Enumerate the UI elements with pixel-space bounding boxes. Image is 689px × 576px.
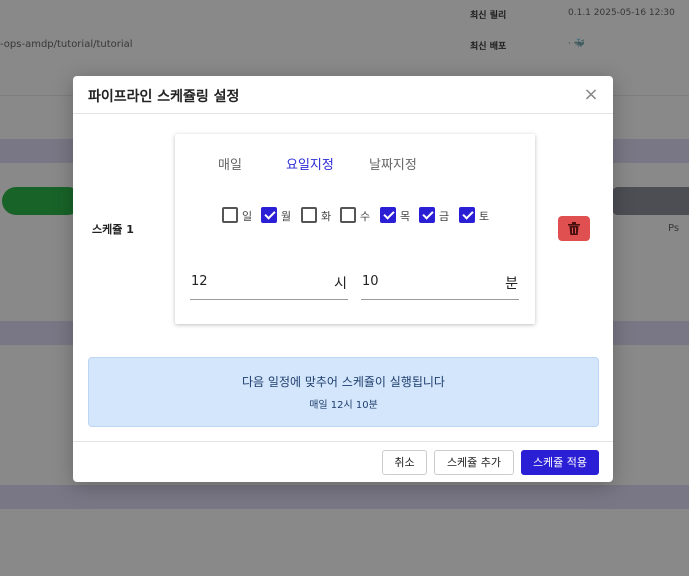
day-label: 월 xyxy=(281,210,292,223)
modal-footer: 취소 스케쥴 추가 스케쥴 적용 xyxy=(73,441,613,482)
tab-weekday[interactable]: 요일지정 xyxy=(286,154,334,173)
close-icon[interactable]: × xyxy=(581,85,601,105)
delete-schedule-button[interactable] xyxy=(558,216,590,241)
day-label: 목 xyxy=(400,210,411,223)
day-label: 금 xyxy=(439,210,450,223)
hour-value[interactable]: 12 xyxy=(191,274,208,289)
schedule-modal: 파이프라인 스케쥴링 설정 × 스케쥴 1 매일 요일지정 날짜지정 일 월 화… xyxy=(73,76,613,482)
day-label: 화 xyxy=(321,210,332,223)
trash-icon xyxy=(568,222,580,235)
summary-heading: 다음 일정에 맞추어 스케쥴이 실행됩니다 xyxy=(242,375,445,389)
add-schedule-button[interactable]: 스케쥴 추가 xyxy=(434,450,514,475)
minute-value[interactable]: 10 xyxy=(362,274,379,289)
minute-unit: 분 xyxy=(505,276,518,292)
day-label: 일 xyxy=(242,210,253,223)
modal-title: 파이프라인 스케쥴링 설정 xyxy=(88,89,240,105)
apply-schedule-button[interactable]: 스케쥴 적용 xyxy=(521,450,599,475)
hour-unit: 시 xyxy=(334,276,347,292)
schedule-label: 스케쥴 1 xyxy=(92,223,134,236)
tab-daily[interactable]: 매일 xyxy=(218,154,242,173)
checkbox[interactable] xyxy=(222,207,238,223)
checkbox[interactable] xyxy=(340,207,356,223)
checkbox[interactable] xyxy=(261,207,277,223)
checkbox[interactable] xyxy=(301,207,317,223)
checkbox[interactable] xyxy=(380,207,396,223)
day-label: 토 xyxy=(479,210,490,223)
minute-input[interactable]: 10 분 xyxy=(361,262,519,300)
day-label: 수 xyxy=(360,210,371,223)
schedule-summary: 다음 일정에 맞추어 스케쥴이 실행됩니다 매일 12시 10분 xyxy=(88,357,599,427)
tab-date[interactable]: 날짜지정 xyxy=(369,154,417,173)
cancel-button[interactable]: 취소 xyxy=(382,450,427,475)
hour-input[interactable]: 12 시 xyxy=(190,262,348,300)
schedule-card: 매일 요일지정 날짜지정 일 월 화 수 목 금 토 12 시 10 분 xyxy=(175,134,535,324)
checkbox[interactable] xyxy=(419,207,435,223)
modal-header: 파이프라인 스케쥴링 설정 × xyxy=(73,76,613,114)
summary-detail: 매일 12시 10분 xyxy=(309,400,378,411)
checkbox[interactable] xyxy=(459,207,475,223)
